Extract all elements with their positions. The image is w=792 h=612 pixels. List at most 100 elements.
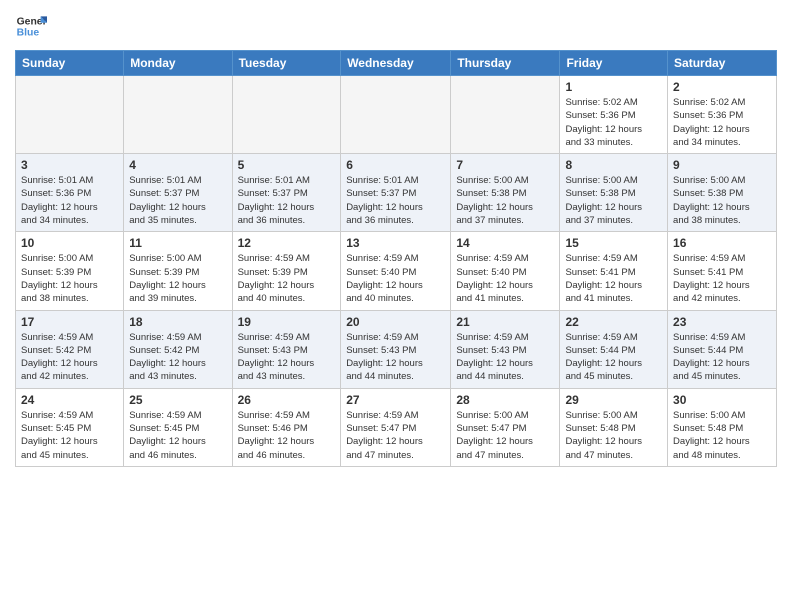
- calendar-cell: 25 Sunrise: 4:59 AMSunset: 5:45 PMDayligh…: [124, 388, 232, 466]
- calendar-cell: 18 Sunrise: 4:59 AMSunset: 5:42 PMDayligh…: [124, 310, 232, 388]
- calendar-cell: 15 Sunrise: 4:59 AMSunset: 5:41 PMDayligh…: [560, 232, 668, 310]
- calendar-cell: 23Sunrise: 4:59 AMSunset: 5:44 PMDayligh…: [668, 310, 777, 388]
- header: General Blue: [15, 10, 777, 42]
- logo-icon: General Blue: [15, 10, 47, 42]
- calendar-week-1: 1 Sunrise: 5:02 AMSunset: 5:36 PMDaylight…: [16, 76, 777, 154]
- day-info: Sunrise: 5:02 AMSunset: 5:36 PMDaylight:…: [673, 96, 771, 149]
- calendar-cell: 26 Sunrise: 4:59 AMSunset: 5:46 PMDayligh…: [232, 388, 341, 466]
- day-number: 30: [673, 393, 771, 407]
- calendar-cell: 21 Sunrise: 4:59 AMSunset: 5:43 PMDayligh…: [451, 310, 560, 388]
- calendar-cell: 2 Sunrise: 5:02 AMSunset: 5:36 PMDaylight…: [668, 76, 777, 154]
- calendar-week-4: 17 Sunrise: 4:59 AMSunset: 5:42 PMDayligh…: [16, 310, 777, 388]
- calendar-cell: 9 Sunrise: 5:00 AMSunset: 5:38 PMDaylight…: [668, 154, 777, 232]
- day-number: 7: [456, 158, 554, 172]
- calendar-cell: [232, 76, 341, 154]
- day-info: Sunrise: 5:01 AMSunset: 5:37 PMDaylight:…: [238, 174, 336, 227]
- day-number: 29: [565, 393, 662, 407]
- calendar-cell: [124, 76, 232, 154]
- day-info: Sunrise: 5:01 AMSunset: 5:36 PMDaylight:…: [21, 174, 118, 227]
- calendar-table: SundayMondayTuesdayWednesdayThursdayFrid…: [15, 50, 777, 467]
- day-info: Sunrise: 4:59 AMSunset: 5:42 PMDaylight:…: [129, 331, 226, 384]
- calendar-cell: 11Sunrise: 5:00 AMSunset: 5:39 PMDayligh…: [124, 232, 232, 310]
- day-number: 13: [346, 236, 445, 250]
- day-info: Sunrise: 4:59 AMSunset: 5:43 PMDaylight:…: [346, 331, 445, 384]
- calendar-cell: [341, 76, 451, 154]
- day-number: 5: [238, 158, 336, 172]
- day-number: 28: [456, 393, 554, 407]
- day-info: Sunrise: 5:00 AMSunset: 5:48 PMDaylight:…: [673, 409, 771, 462]
- day-info: Sunrise: 4:59 AMSunset: 5:45 PMDaylight:…: [129, 409, 226, 462]
- day-info: Sunrise: 5:00 AMSunset: 5:48 PMDaylight:…: [565, 409, 662, 462]
- calendar-cell: 4 Sunrise: 5:01 AMSunset: 5:37 PMDaylight…: [124, 154, 232, 232]
- day-info: Sunrise: 5:01 AMSunset: 5:37 PMDaylight:…: [129, 174, 226, 227]
- day-info: Sunrise: 4:59 AMSunset: 5:47 PMDaylight:…: [346, 409, 445, 462]
- calendar-cell: 7 Sunrise: 5:00 AMSunset: 5:38 PMDaylight…: [451, 154, 560, 232]
- day-number: 11: [129, 236, 226, 250]
- day-info: Sunrise: 4:59 AMSunset: 5:41 PMDaylight:…: [565, 252, 662, 305]
- page: General Blue SundayMondayTuesdayWednesda…: [0, 0, 792, 612]
- day-number: 14: [456, 236, 554, 250]
- day-info: Sunrise: 4:59 AMSunset: 5:44 PMDaylight:…: [565, 331, 662, 384]
- calendar-cell: 19 Sunrise: 4:59 AMSunset: 5:43 PMDayligh…: [232, 310, 341, 388]
- day-info: Sunrise: 5:00 AMSunset: 5:38 PMDaylight:…: [456, 174, 554, 227]
- day-number: 2: [673, 80, 771, 94]
- day-info: Sunrise: 4:59 AMSunset: 5:43 PMDaylight:…: [238, 331, 336, 384]
- weekday-header-friday: Friday: [560, 51, 668, 76]
- day-number: 1: [565, 80, 662, 94]
- calendar-cell: 12 Sunrise: 4:59 AMSunset: 5:39 PMDayligh…: [232, 232, 341, 310]
- day-info: Sunrise: 4:59 AMSunset: 5:43 PMDaylight:…: [456, 331, 554, 384]
- day-info: Sunrise: 5:00 AMSunset: 5:38 PMDaylight:…: [565, 174, 662, 227]
- calendar-cell: 17 Sunrise: 4:59 AMSunset: 5:42 PMDayligh…: [16, 310, 124, 388]
- calendar-cell: 10 Sunrise: 5:00 AMSunset: 5:39 PMDayligh…: [16, 232, 124, 310]
- weekday-header-sunday: Sunday: [16, 51, 124, 76]
- calendar-cell: [16, 76, 124, 154]
- day-number: 9: [673, 158, 771, 172]
- weekday-header-row: SundayMondayTuesdayWednesdayThursdayFrid…: [16, 51, 777, 76]
- calendar-cell: 27 Sunrise: 4:59 AMSunset: 5:47 PMDayligh…: [341, 388, 451, 466]
- day-number: 18: [129, 315, 226, 329]
- weekday-header-monday: Monday: [124, 51, 232, 76]
- day-info: Sunrise: 4:59 AMSunset: 5:44 PMDaylight:…: [673, 331, 771, 384]
- day-number: 16: [673, 236, 771, 250]
- calendar-cell: 5 Sunrise: 5:01 AMSunset: 5:37 PMDaylight…: [232, 154, 341, 232]
- day-info: Sunrise: 4:59 AMSunset: 5:40 PMDaylight:…: [346, 252, 445, 305]
- day-info: Sunrise: 4:59 AMSunset: 5:39 PMDaylight:…: [238, 252, 336, 305]
- day-info: Sunrise: 5:00 AMSunset: 5:39 PMDaylight:…: [21, 252, 118, 305]
- day-number: 15: [565, 236, 662, 250]
- day-number: 4: [129, 158, 226, 172]
- day-number: 25: [129, 393, 226, 407]
- day-number: 3: [21, 158, 118, 172]
- day-number: 26: [238, 393, 336, 407]
- calendar-cell: [451, 76, 560, 154]
- day-info: Sunrise: 4:59 AMSunset: 5:40 PMDaylight:…: [456, 252, 554, 305]
- day-info: Sunrise: 4:59 AMSunset: 5:42 PMDaylight:…: [21, 331, 118, 384]
- calendar-cell: 22 Sunrise: 4:59 AMSunset: 5:44 PMDayligh…: [560, 310, 668, 388]
- weekday-header-tuesday: Tuesday: [232, 51, 341, 76]
- day-number: 19: [238, 315, 336, 329]
- calendar-cell: 28 Sunrise: 5:00 AMSunset: 5:47 PMDayligh…: [451, 388, 560, 466]
- day-number: 24: [21, 393, 118, 407]
- day-info: Sunrise: 5:00 AMSunset: 5:47 PMDaylight:…: [456, 409, 554, 462]
- day-number: 6: [346, 158, 445, 172]
- day-number: 22: [565, 315, 662, 329]
- calendar-body: 1 Sunrise: 5:02 AMSunset: 5:36 PMDaylight…: [16, 76, 777, 467]
- calendar-cell: 13 Sunrise: 4:59 AMSunset: 5:40 PMDayligh…: [341, 232, 451, 310]
- day-number: 21: [456, 315, 554, 329]
- day-number: 20: [346, 315, 445, 329]
- calendar-week-3: 10 Sunrise: 5:00 AMSunset: 5:39 PMDayligh…: [16, 232, 777, 310]
- weekday-header-thursday: Thursday: [451, 51, 560, 76]
- day-info: Sunrise: 5:00 AMSunset: 5:38 PMDaylight:…: [673, 174, 771, 227]
- day-number: 27: [346, 393, 445, 407]
- calendar-cell: 1 Sunrise: 5:02 AMSunset: 5:36 PMDaylight…: [560, 76, 668, 154]
- calendar-cell: 8Sunrise: 5:00 AMSunset: 5:38 PMDaylight…: [560, 154, 668, 232]
- day-number: 12: [238, 236, 336, 250]
- day-number: 10: [21, 236, 118, 250]
- day-info: Sunrise: 4:59 AMSunset: 5:45 PMDaylight:…: [21, 409, 118, 462]
- svg-text:Blue: Blue: [17, 28, 40, 39]
- day-number: 17: [21, 315, 118, 329]
- day-info: Sunrise: 5:02 AMSunset: 5:36 PMDaylight:…: [565, 96, 662, 149]
- weekday-header-wednesday: Wednesday: [341, 51, 451, 76]
- calendar-cell: 16Sunrise: 4:59 AMSunset: 5:41 PMDayligh…: [668, 232, 777, 310]
- day-info: Sunrise: 4:59 AMSunset: 5:46 PMDaylight:…: [238, 409, 336, 462]
- calendar-week-2: 3 Sunrise: 5:01 AMSunset: 5:36 PMDaylight…: [16, 154, 777, 232]
